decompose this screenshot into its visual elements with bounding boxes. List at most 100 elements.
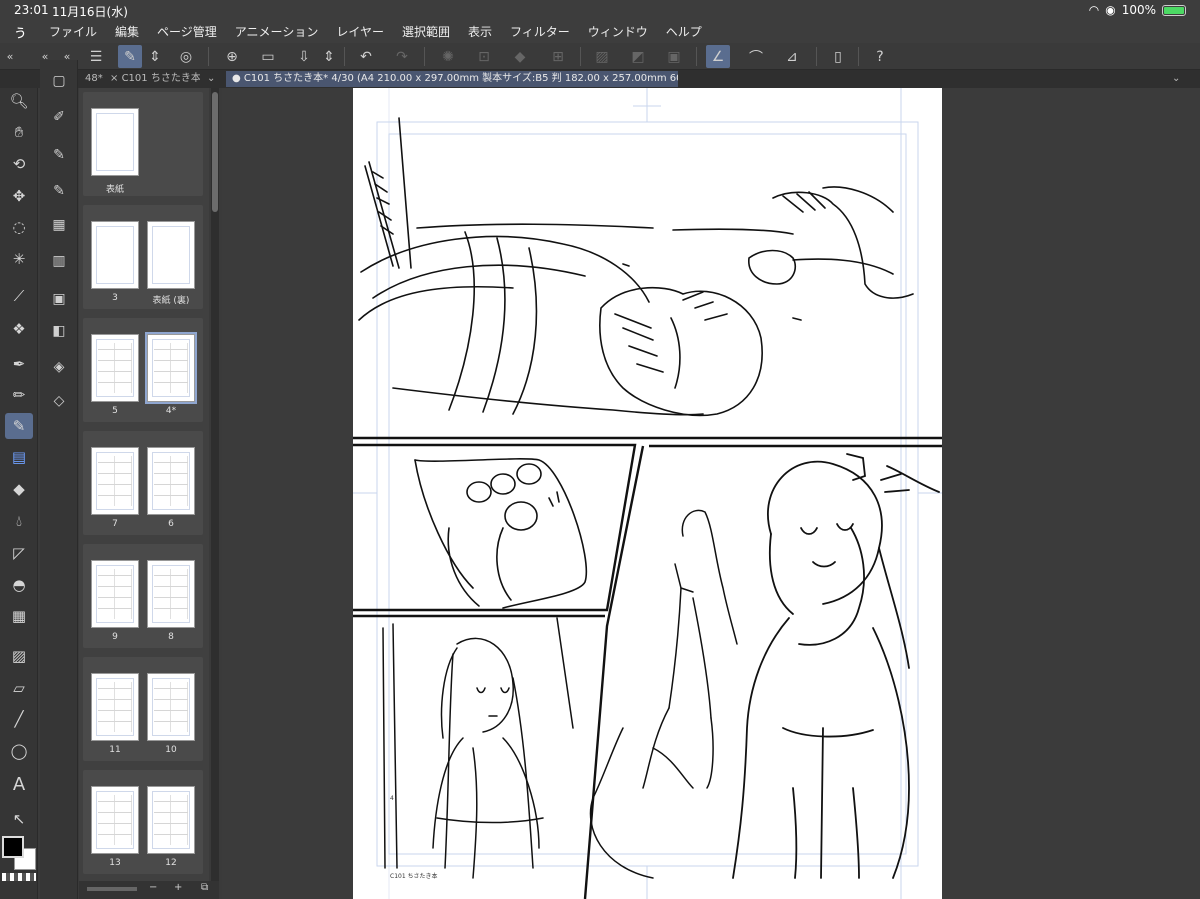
redo-icon[interactable]: ↷ (390, 45, 414, 68)
deselect-icon[interactable]: ▨ (590, 45, 614, 68)
pen-icon[interactable]: ✒ (5, 351, 33, 377)
page-label: 12 (165, 858, 177, 868)
selection-border-icon[interactable]: ▣ (662, 45, 686, 68)
menu-window[interactable]: ウィンドウ (579, 23, 657, 40)
menu-file[interactable]: ファイル (40, 23, 106, 40)
tab-document[interactable]: ● C101 ちさたき本* 4/30 (A4 210.00 x 297.00mm… (226, 71, 678, 87)
new-file-icon[interactable]: ⊕ (220, 45, 244, 68)
lasso-select-icon[interactable]: ◌ (5, 214, 33, 240)
page-list-scrollbar[interactable] (211, 88, 219, 881)
loading-icon[interactable]: ✺ (436, 45, 460, 68)
main-color-swatch[interactable] (2, 836, 24, 858)
zoom-in-icon[interactable]: + (174, 882, 182, 893)
tab-menu-chevron-icon[interactable]: ⌄ (1166, 71, 1186, 87)
undo-icon[interactable]: ↶ (354, 45, 378, 68)
page-thumbnail (147, 221, 195, 289)
g-pen-icon[interactable]: ✎ (5, 413, 33, 439)
film-icon[interactable]: ▥ (46, 248, 72, 274)
zoom-icon[interactable]: 🔍︎ (5, 88, 33, 114)
open-file-icon[interactable]: ▭ (256, 45, 280, 68)
eraser-icon[interactable]: ◆ (5, 476, 33, 502)
navigator-icon[interactable]: ◧ (46, 318, 72, 344)
manga-page[interactable]: 4 C101 ちさたき本 (353, 88, 942, 899)
close-icon[interactable]: × (110, 73, 118, 84)
ruler-line-icon[interactable]: ╱ (5, 706, 33, 732)
edit-mode-icon[interactable]: ✎ (118, 45, 142, 68)
tool-property-icon[interactable]: ✎ (46, 142, 72, 168)
help-icon[interactable]: ? (868, 45, 892, 68)
menu-animation[interactable]: アニメーション (226, 23, 328, 40)
smartphone-icon[interactable]: ▯ (826, 45, 850, 68)
blend-icon[interactable]: 💧︎ (5, 508, 33, 534)
snap-grid-icon[interactable]: ⊿ (780, 45, 804, 68)
menu-page[interactable]: ページ管理 (148, 23, 226, 40)
save-icon[interactable]: ⇩ (292, 45, 316, 68)
page-spread[interactable]: 13 12 (83, 770, 203, 874)
sub-tool-icon[interactable]: ✐ (46, 104, 72, 130)
airbrush-icon[interactable]: ▤ (5, 444, 33, 470)
tab-previous[interactable]: 48* (79, 71, 103, 87)
menu-view[interactable]: 表示 (459, 23, 501, 40)
menu-selection[interactable]: 選択範囲 (393, 23, 459, 40)
fill-selection-icon[interactable]: ◆ (508, 45, 532, 68)
decoration-icon[interactable]: ▦ (5, 603, 33, 629)
hamburger-menu-icon[interactable]: ☰ (84, 45, 108, 68)
frame-border-icon[interactable]: ▱ (5, 675, 33, 701)
transform-icon[interactable]: ⊡ (472, 45, 496, 68)
material-icon[interactable]: ▣ (46, 286, 72, 312)
page-spread[interactable]: 9 8 (83, 544, 203, 648)
rotate-icon[interactable]: ⟲ (5, 151, 33, 177)
page-spread[interactable]: 3 表紙 (裏) (83, 205, 203, 309)
app-logo-icon[interactable]: ぅ (0, 21, 40, 42)
page-number: 4 (390, 795, 394, 802)
pattern-icon[interactable]: ❖ (5, 316, 33, 342)
tabs-dropdown-icon[interactable]: ⌄ (201, 71, 217, 87)
eyedropper-icon[interactable]: ⟋ (5, 283, 33, 309)
crop-icon[interactable]: ⊞ (546, 45, 570, 68)
layer-property-icon[interactable]: ◈ (46, 354, 72, 380)
menu-filter[interactable]: フィルター (501, 23, 579, 40)
menu-edit[interactable]: 編集 (106, 23, 148, 40)
brush-size-icon[interactable]: ✎ (46, 178, 72, 204)
fill-icon[interactable]: ◓ (5, 572, 33, 598)
page-spread[interactable]: 11 10 (83, 657, 203, 761)
color-set-icon[interactable]: ▦ (46, 212, 72, 238)
tool-palette: 🔍︎ ✋︎ ⟲ ✥ ◌ ✳ ⟋ ❖ ✒ ✏︎ ✎ ▤ ◆ 💧︎ ◸ ◓ ▦ ▨ … (0, 88, 38, 899)
page-label: 7 (112, 519, 118, 529)
page-spread[interactable]: 7 6 (83, 431, 203, 535)
layers-icon[interactable]: ◇ (46, 388, 72, 414)
tab-pagelist[interactable]: × C101 ちさたき本 (104, 71, 200, 87)
text-icon[interactable]: A (5, 771, 33, 797)
snap-ruler-icon[interactable]: ∠ (706, 45, 730, 68)
page-thumbnail (91, 447, 139, 515)
snap-special-ruler-icon[interactable]: ⌒ (744, 45, 768, 68)
transparent-color-swatch[interactable] (2, 873, 36, 881)
page-thumbnail (91, 108, 139, 176)
hand-icon[interactable]: ✋︎ (5, 119, 33, 145)
zoom-out-icon[interactable]: − (149, 882, 157, 893)
layer-window-icon[interactable]: ▢ (46, 68, 72, 94)
page-cover[interactable]: 表紙 (83, 92, 203, 196)
balloon-icon[interactable]: ◯ (5, 738, 33, 764)
collapse-left-icon[interactable]: « (3, 45, 17, 68)
operation-icon[interactable]: ↖ (5, 806, 33, 832)
mode-stepper-icon[interactable]: ⇕ (148, 45, 162, 68)
figure-icon[interactable]: ◸ (5, 540, 33, 566)
menu-layer[interactable]: レイヤー (327, 23, 393, 40)
save-stepper-icon[interactable]: ⇕ (322, 45, 336, 68)
page-spread[interactable]: 5 4* (83, 318, 203, 422)
ios-status-bar: 23:01 11月16日(水) ◠ ◉ 100% (0, 0, 1200, 20)
companion-icon[interactable]: ◎ (174, 45, 198, 68)
pencil-icon[interactable]: ✏︎ (5, 382, 33, 408)
canvas-area[interactable]: 4 C101 ちさたき本 (222, 88, 1200, 899)
thumbnail-size-slider[interactable] (87, 887, 137, 891)
magic-wand-icon[interactable]: ✳ (5, 246, 33, 272)
command-bar: « « « ☰ ✎ ⇕ ◎ ⊕ ▭ ⇩ ⇕ ↶ ↷ ✺ ⊡ ◆ ⊞ ▨ ◩ ▣ … (0, 43, 1200, 70)
settings-icon[interactable]: ⧉ (201, 882, 208, 893)
menu-help[interactable]: ヘルプ (657, 23, 711, 40)
invert-selection-icon[interactable]: ◩ (626, 45, 650, 68)
page-thumbnail (91, 334, 139, 402)
gradient-icon[interactable]: ▨ (5, 643, 33, 669)
page-label: 表紙 (裏) (152, 296, 190, 306)
move-icon[interactable]: ✥ (5, 183, 33, 209)
